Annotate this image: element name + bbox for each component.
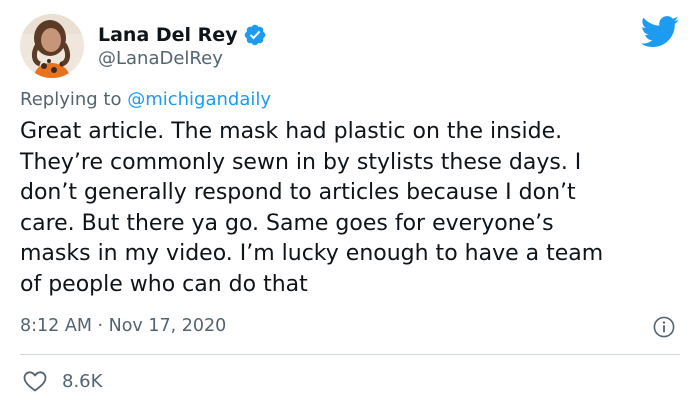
avatar-image xyxy=(20,14,84,78)
info-icon[interactable] xyxy=(652,315,676,339)
tweet-card: Lana Del Rey @LanaDelRey Replying to @mi… xyxy=(0,0,700,406)
author-name-row[interactable]: Lana Del Rey xyxy=(98,22,267,48)
verified-badge-icon xyxy=(243,23,267,47)
like-count: 8.6K xyxy=(62,370,103,392)
divider xyxy=(20,354,680,355)
reply-mention-link[interactable]: @michigandaily xyxy=(127,89,271,110)
tweet-timestamp[interactable]: 8:12 AM · Nov 17, 2020 xyxy=(20,316,226,336)
replying-to-line: Replying to @michigandaily xyxy=(20,89,271,110)
author-handle[interactable]: @LanaDelRey xyxy=(98,48,223,69)
like-button[interactable]: 8.6K xyxy=(22,368,102,394)
avatar[interactable] xyxy=(20,14,84,78)
tweet-text: Great article. The mask had plastic on t… xyxy=(20,119,604,297)
replying-to-prefix: Replying to xyxy=(20,89,128,110)
display-name[interactable]: Lana Del Rey xyxy=(98,24,238,46)
heart-icon[interactable] xyxy=(22,369,48,393)
twitter-bird-icon[interactable] xyxy=(640,16,680,48)
